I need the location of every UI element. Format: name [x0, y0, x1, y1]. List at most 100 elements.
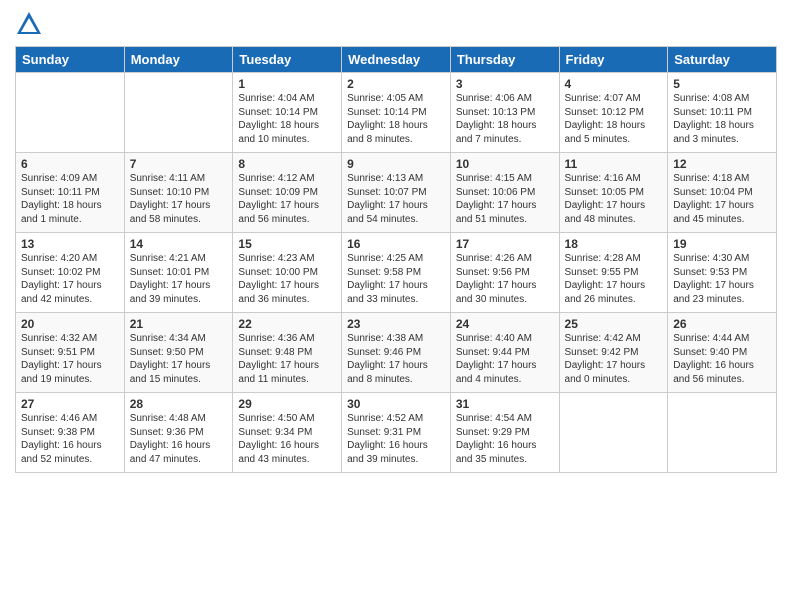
calendar-cell: 28Sunrise: 4:48 AM Sunset: 9:36 PM Dayli… — [124, 393, 233, 473]
day-number: 20 — [21, 317, 119, 331]
day-number: 15 — [238, 237, 336, 251]
calendar-cell: 18Sunrise: 4:28 AM Sunset: 9:55 PM Dayli… — [559, 233, 668, 313]
day-info: Sunrise: 4:54 AM Sunset: 9:29 PM Dayligh… — [456, 412, 554, 466]
day-number: 12 — [673, 157, 771, 171]
calendar-cell: 7Sunrise: 4:11 AM Sunset: 10:10 PM Dayli… — [124, 153, 233, 233]
calendar-header-saturday: Saturday — [668, 47, 777, 73]
day-info: Sunrise: 4:44 AM Sunset: 9:40 PM Dayligh… — [673, 332, 771, 386]
day-number: 30 — [347, 397, 445, 411]
calendar-cell: 1Sunrise: 4:04 AM Sunset: 10:14 PM Dayli… — [233, 73, 342, 153]
page: SundayMondayTuesdayWednesdayThursdayFrid… — [0, 0, 792, 612]
day-info: Sunrise: 4:28 AM Sunset: 9:55 PM Dayligh… — [565, 252, 663, 306]
day-info: Sunrise: 4:04 AM Sunset: 10:14 PM Daylig… — [238, 92, 336, 146]
day-info: Sunrise: 4:08 AM Sunset: 10:11 PM Daylig… — [673, 92, 771, 146]
logo-icon — [15, 10, 43, 38]
calendar-cell: 27Sunrise: 4:46 AM Sunset: 9:38 PM Dayli… — [16, 393, 125, 473]
day-number: 11 — [565, 157, 663, 171]
day-number: 3 — [456, 77, 554, 91]
calendar-cell: 9Sunrise: 4:13 AM Sunset: 10:07 PM Dayli… — [342, 153, 451, 233]
day-number: 31 — [456, 397, 554, 411]
day-info: Sunrise: 4:06 AM Sunset: 10:13 PM Daylig… — [456, 92, 554, 146]
calendar-cell: 15Sunrise: 4:23 AM Sunset: 10:00 PM Dayl… — [233, 233, 342, 313]
day-info: Sunrise: 4:13 AM Sunset: 10:07 PM Daylig… — [347, 172, 445, 226]
calendar-cell: 16Sunrise: 4:25 AM Sunset: 9:58 PM Dayli… — [342, 233, 451, 313]
day-number: 7 — [130, 157, 228, 171]
calendar-cell: 2Sunrise: 4:05 AM Sunset: 10:14 PM Dayli… — [342, 73, 451, 153]
calendar-cell: 14Sunrise: 4:21 AM Sunset: 10:01 PM Dayl… — [124, 233, 233, 313]
calendar-cell: 24Sunrise: 4:40 AM Sunset: 9:44 PM Dayli… — [450, 313, 559, 393]
calendar-cell: 5Sunrise: 4:08 AM Sunset: 10:11 PM Dayli… — [668, 73, 777, 153]
day-number: 24 — [456, 317, 554, 331]
calendar-header-thursday: Thursday — [450, 47, 559, 73]
day-number: 10 — [456, 157, 554, 171]
calendar-week-row: 6Sunrise: 4:09 AM Sunset: 10:11 PM Dayli… — [16, 153, 777, 233]
day-info: Sunrise: 4:46 AM Sunset: 9:38 PM Dayligh… — [21, 412, 119, 466]
calendar-cell: 23Sunrise: 4:38 AM Sunset: 9:46 PM Dayli… — [342, 313, 451, 393]
calendar-cell: 17Sunrise: 4:26 AM Sunset: 9:56 PM Dayli… — [450, 233, 559, 313]
day-info: Sunrise: 4:26 AM Sunset: 9:56 PM Dayligh… — [456, 252, 554, 306]
calendar-header-monday: Monday — [124, 47, 233, 73]
day-info: Sunrise: 4:16 AM Sunset: 10:05 PM Daylig… — [565, 172, 663, 226]
day-number: 27 — [21, 397, 119, 411]
day-number: 1 — [238, 77, 336, 91]
day-info: Sunrise: 4:07 AM Sunset: 10:12 PM Daylig… — [565, 92, 663, 146]
day-number: 13 — [21, 237, 119, 251]
day-number: 2 — [347, 77, 445, 91]
day-info: Sunrise: 4:20 AM Sunset: 10:02 PM Daylig… — [21, 252, 119, 306]
calendar-week-row: 1Sunrise: 4:04 AM Sunset: 10:14 PM Dayli… — [16, 73, 777, 153]
day-number: 22 — [238, 317, 336, 331]
calendar-cell — [16, 73, 125, 153]
day-number: 9 — [347, 157, 445, 171]
calendar-cell: 26Sunrise: 4:44 AM Sunset: 9:40 PM Dayli… — [668, 313, 777, 393]
day-info: Sunrise: 4:30 AM Sunset: 9:53 PM Dayligh… — [673, 252, 771, 306]
day-number: 5 — [673, 77, 771, 91]
calendar-cell: 10Sunrise: 4:15 AM Sunset: 10:06 PM Dayl… — [450, 153, 559, 233]
calendar-cell — [668, 393, 777, 473]
day-number: 23 — [347, 317, 445, 331]
calendar-header-row: SundayMondayTuesdayWednesdayThursdayFrid… — [16, 47, 777, 73]
calendar-cell — [124, 73, 233, 153]
calendar-cell: 19Sunrise: 4:30 AM Sunset: 9:53 PM Dayli… — [668, 233, 777, 313]
day-info: Sunrise: 4:23 AM Sunset: 10:00 PM Daylig… — [238, 252, 336, 306]
day-info: Sunrise: 4:32 AM Sunset: 9:51 PM Dayligh… — [21, 332, 119, 386]
day-number: 18 — [565, 237, 663, 251]
day-number: 4 — [565, 77, 663, 91]
day-info: Sunrise: 4:12 AM Sunset: 10:09 PM Daylig… — [238, 172, 336, 226]
calendar-cell: 22Sunrise: 4:36 AM Sunset: 9:48 PM Dayli… — [233, 313, 342, 393]
calendar-cell: 30Sunrise: 4:52 AM Sunset: 9:31 PM Dayli… — [342, 393, 451, 473]
day-info: Sunrise: 4:40 AM Sunset: 9:44 PM Dayligh… — [456, 332, 554, 386]
calendar-week-row: 13Sunrise: 4:20 AM Sunset: 10:02 PM Dayl… — [16, 233, 777, 313]
calendar-header-wednesday: Wednesday — [342, 47, 451, 73]
day-number: 28 — [130, 397, 228, 411]
day-info: Sunrise: 4:38 AM Sunset: 9:46 PM Dayligh… — [347, 332, 445, 386]
calendar-week-row: 27Sunrise: 4:46 AM Sunset: 9:38 PM Dayli… — [16, 393, 777, 473]
calendar-cell: 8Sunrise: 4:12 AM Sunset: 10:09 PM Dayli… — [233, 153, 342, 233]
calendar-cell: 3Sunrise: 4:06 AM Sunset: 10:13 PM Dayli… — [450, 73, 559, 153]
day-info: Sunrise: 4:09 AM Sunset: 10:11 PM Daylig… — [21, 172, 119, 226]
day-info: Sunrise: 4:18 AM Sunset: 10:04 PM Daylig… — [673, 172, 771, 226]
day-number: 26 — [673, 317, 771, 331]
day-info: Sunrise: 4:48 AM Sunset: 9:36 PM Dayligh… — [130, 412, 228, 466]
calendar-cell: 6Sunrise: 4:09 AM Sunset: 10:11 PM Dayli… — [16, 153, 125, 233]
calendar-cell: 21Sunrise: 4:34 AM Sunset: 9:50 PM Dayli… — [124, 313, 233, 393]
calendar-cell: 25Sunrise: 4:42 AM Sunset: 9:42 PM Dayli… — [559, 313, 668, 393]
logo — [15, 10, 47, 38]
calendar-cell: 11Sunrise: 4:16 AM Sunset: 10:05 PM Dayl… — [559, 153, 668, 233]
calendar-header-friday: Friday — [559, 47, 668, 73]
day-info: Sunrise: 4:42 AM Sunset: 9:42 PM Dayligh… — [565, 332, 663, 386]
day-info: Sunrise: 4:50 AM Sunset: 9:34 PM Dayligh… — [238, 412, 336, 466]
day-info: Sunrise: 4:25 AM Sunset: 9:58 PM Dayligh… — [347, 252, 445, 306]
calendar-table: SundayMondayTuesdayWednesdayThursdayFrid… — [15, 46, 777, 473]
calendar-cell: 20Sunrise: 4:32 AM Sunset: 9:51 PM Dayli… — [16, 313, 125, 393]
calendar-cell: 29Sunrise: 4:50 AM Sunset: 9:34 PM Dayli… — [233, 393, 342, 473]
day-number: 21 — [130, 317, 228, 331]
header — [15, 10, 777, 38]
day-number: 6 — [21, 157, 119, 171]
day-info: Sunrise: 4:52 AM Sunset: 9:31 PM Dayligh… — [347, 412, 445, 466]
day-info: Sunrise: 4:36 AM Sunset: 9:48 PM Dayligh… — [238, 332, 336, 386]
day-number: 17 — [456, 237, 554, 251]
calendar-cell: 13Sunrise: 4:20 AM Sunset: 10:02 PM Dayl… — [16, 233, 125, 313]
calendar-cell — [559, 393, 668, 473]
day-info: Sunrise: 4:11 AM Sunset: 10:10 PM Daylig… — [130, 172, 228, 226]
day-info: Sunrise: 4:05 AM Sunset: 10:14 PM Daylig… — [347, 92, 445, 146]
